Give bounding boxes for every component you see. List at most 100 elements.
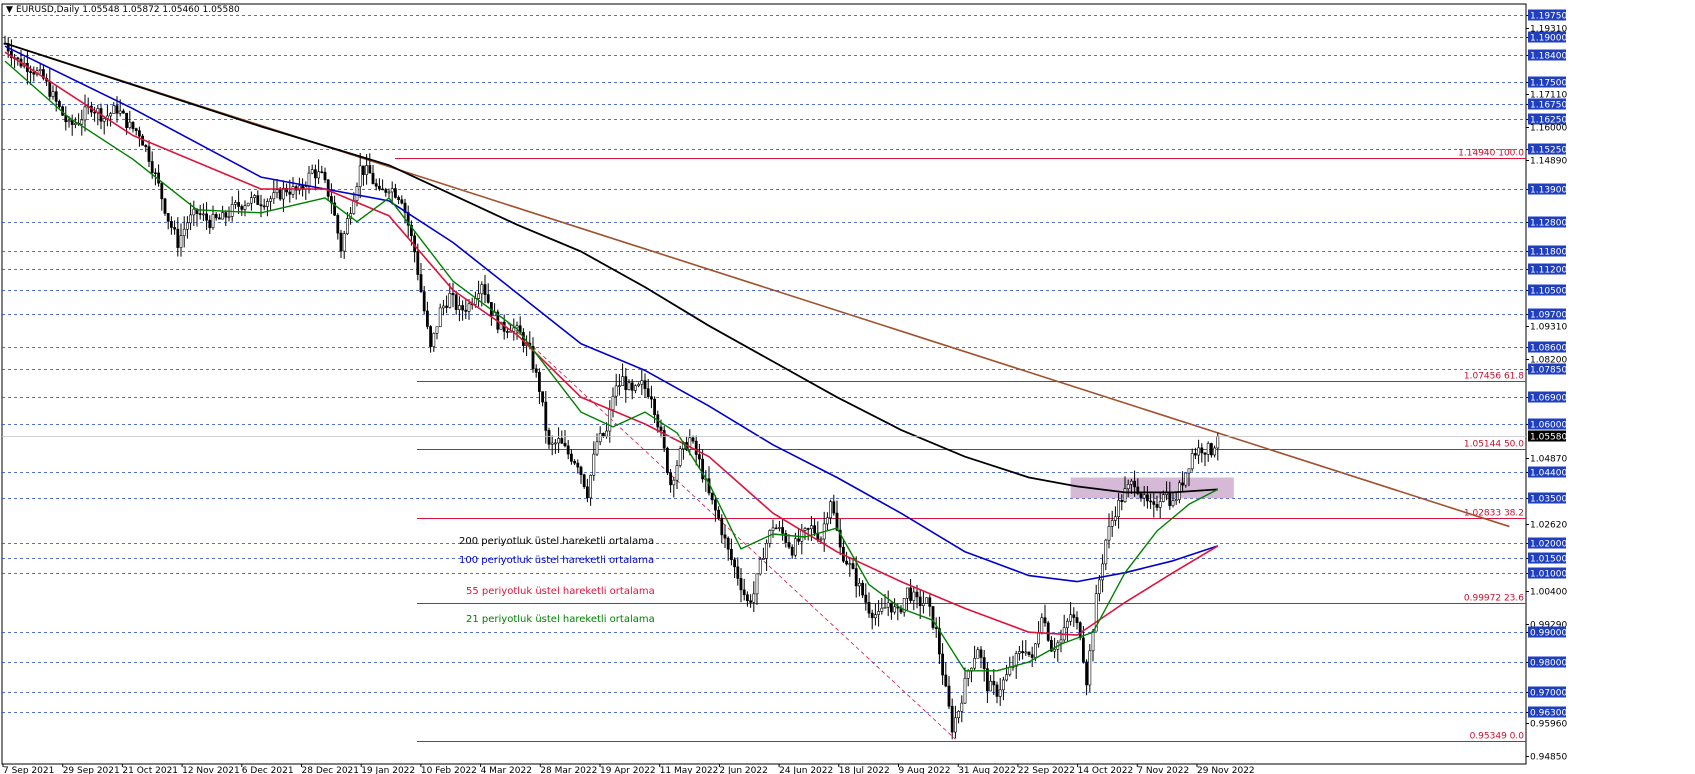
date-label: 4 Mar 2022 xyxy=(481,766,532,774)
candle-body xyxy=(1046,622,1050,641)
candle xyxy=(582,473,586,489)
candle-body xyxy=(243,205,247,210)
date-label: 6 Dec 2021 xyxy=(242,766,294,774)
price-label: 0.99000 xyxy=(1530,629,1567,639)
candle-body xyxy=(1030,654,1034,658)
candle-body xyxy=(38,69,42,72)
candle-body xyxy=(809,525,813,530)
legend-item: 200 periyotluk üstel hareketli ortalama xyxy=(459,536,654,547)
candle-body xyxy=(400,199,404,204)
candle-body xyxy=(224,212,228,218)
candle-body xyxy=(624,376,628,391)
candle xyxy=(163,197,167,216)
candle-body xyxy=(537,372,541,392)
candle-body xyxy=(313,169,317,179)
candle-body xyxy=(560,438,564,444)
candle-body xyxy=(1155,504,1159,508)
candle-body xyxy=(1210,443,1213,456)
candle-body xyxy=(1203,452,1207,455)
candle-body xyxy=(976,649,980,659)
candle-body xyxy=(422,291,426,312)
candle-body xyxy=(1168,492,1172,506)
candle-body xyxy=(605,430,609,437)
candle-body xyxy=(1059,639,1063,644)
candle-body xyxy=(585,486,589,499)
candle-body xyxy=(550,442,554,445)
candle-body xyxy=(931,606,935,628)
candle-body xyxy=(170,221,173,228)
candle-body xyxy=(355,186,359,201)
candle-body xyxy=(905,587,909,599)
candle-body xyxy=(848,563,852,565)
candle-body xyxy=(342,233,346,252)
candle-body xyxy=(438,307,442,328)
candle-body xyxy=(736,566,740,579)
candle-body xyxy=(861,582,865,596)
candle-body xyxy=(960,702,964,712)
candle-body xyxy=(275,189,279,194)
candle-body xyxy=(67,120,71,123)
legend-item: 55 periyotluk üstel hareketli ortalama xyxy=(466,586,655,597)
dropdown-arrow-icon[interactable]: ▼ xyxy=(6,5,13,15)
candle-body xyxy=(1043,617,1047,624)
candle-body xyxy=(627,382,631,391)
chart-window[interactable]: 1.14940 100.0 1.07456 61.8 1.05144 50.0 1.0… xyxy=(0,0,1695,774)
candle-body xyxy=(534,368,538,373)
candle-body xyxy=(1187,468,1191,474)
candle-body xyxy=(1149,500,1153,503)
candle-body xyxy=(691,437,695,442)
candle-body xyxy=(1190,453,1194,470)
candle-body xyxy=(553,442,557,445)
candle-body xyxy=(310,169,314,174)
candle-body xyxy=(649,396,653,400)
price-label: 1.00400 xyxy=(1530,588,1567,598)
fib-label: 0.95349 0.0 xyxy=(1470,732,1525,742)
candle-body xyxy=(54,91,58,102)
candle-body xyxy=(192,208,196,216)
price-label: 1.11800 xyxy=(1530,248,1567,258)
candle-body xyxy=(1117,499,1121,517)
candle xyxy=(665,446,669,476)
candle-body xyxy=(659,426,663,431)
candle xyxy=(678,445,682,468)
candle-body xyxy=(112,105,116,114)
price-label: 1.04870 xyxy=(1530,455,1567,465)
candle-body xyxy=(768,530,772,544)
candle-body xyxy=(29,71,33,73)
candle-body xyxy=(941,653,945,676)
candle-body xyxy=(109,113,113,117)
candle-body xyxy=(202,213,205,216)
candle-body xyxy=(733,559,737,568)
candle-body xyxy=(441,305,445,309)
candle-body xyxy=(1027,651,1031,655)
date-label: 31 Aug 2022 xyxy=(958,766,1016,774)
candle-body xyxy=(230,204,234,217)
candle-body xyxy=(240,206,244,210)
candle-body xyxy=(1017,651,1021,654)
price-label: 0.96300 xyxy=(1530,709,1567,719)
candle-body xyxy=(669,472,673,486)
candle-body xyxy=(365,165,369,175)
price-label: 1.19000 xyxy=(1530,34,1567,44)
candle-body xyxy=(253,195,257,198)
candle-body xyxy=(1082,637,1085,663)
candle-body xyxy=(755,573,759,595)
candle xyxy=(1046,620,1050,642)
candle-body xyxy=(697,454,701,460)
candle-body xyxy=(265,201,269,207)
candle-body xyxy=(102,118,106,122)
price-chart[interactable]: 1.14940 100.0 1.07456 61.8 1.05144 50.0 1.0… xyxy=(0,0,1695,774)
candle-body xyxy=(1091,630,1095,652)
date-label: 14 Oct 2022 xyxy=(1078,766,1134,774)
symbol-header: ▼ EURUSD,Daily 1.05548 1.05872 1.05460 1… xyxy=(6,5,240,15)
candle-body xyxy=(250,197,253,204)
candle-body xyxy=(928,597,932,607)
candle-body xyxy=(1123,488,1127,502)
candle-body xyxy=(144,144,148,147)
candle-body xyxy=(512,327,516,332)
candle-body xyxy=(393,188,397,198)
candle-body xyxy=(198,213,202,215)
price-label: 1.19750 xyxy=(1530,12,1567,22)
candle-body xyxy=(541,391,545,403)
candle-body xyxy=(947,685,951,707)
